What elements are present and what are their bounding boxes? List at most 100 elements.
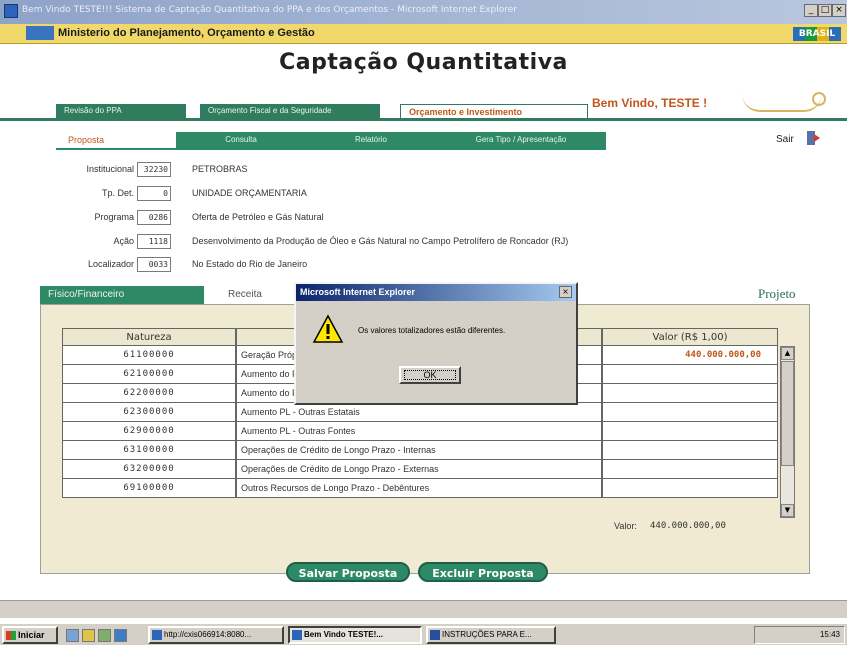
valor-input[interactable]	[602, 441, 778, 460]
decorative-swoosh	[742, 94, 822, 112]
programa-desc: Oferta de Petróleo e Gás Natural	[192, 212, 324, 222]
ie-icon	[292, 630, 302, 640]
ie-quicklaunch-icon[interactable]	[114, 629, 127, 642]
total-label: Valor:	[614, 521, 637, 531]
dialog-close-button[interactable]: ×	[559, 286, 572, 298]
tab-relatorio[interactable]: Relatório	[306, 132, 436, 148]
ministry-banner: Ministerio do Planejamento, Orçamento e …	[0, 24, 847, 44]
tab-orcamento-investimento[interactable]: Orçamento e Investimento	[400, 104, 588, 118]
table-scrollbar[interactable]: ▲ ▼	[780, 346, 795, 518]
ministry-name: Ministerio do Planejamento, Orçamento e …	[58, 27, 315, 39]
natureza-cell: 62900000	[62, 422, 236, 441]
descricao-cell: Aumento PL - Outras Estatais	[236, 403, 602, 422]
start-label: Iniciar	[18, 630, 45, 640]
scroll-down-arrow-icon[interactable]: ▼	[781, 504, 794, 517]
natureza-cell: 61100000	[62, 346, 236, 365]
descricao-cell: Operações de Crédito de Longo Prazo - Ex…	[236, 460, 602, 479]
valor-input[interactable]	[602, 479, 778, 498]
minimize-button[interactable]: _	[804, 4, 818, 17]
taskbar: Iniciar http://cxis066914:8080... Bem Vi…	[0, 622, 847, 645]
browser-status-bar	[0, 600, 847, 618]
start-button[interactable]: Iniciar	[2, 626, 58, 644]
descricao-cell: Aumento PL - Outras Fontes	[236, 422, 602, 441]
acao-code-field[interactable]: 1118	[137, 234, 171, 249]
projeto-label: Projeto	[758, 286, 796, 301]
ie-icon	[152, 630, 162, 640]
field-label: Tp. Det.	[101, 188, 134, 198]
institucional-code-field[interactable]: 32230	[137, 162, 171, 177]
windows-logo-icon	[6, 631, 16, 640]
table-row[interactable]: 63200000 Operações de Crédito de Longo P…	[62, 460, 796, 479]
table-row[interactable]: 62900000 Aumento PL - Outras Fontes	[62, 422, 796, 441]
app-header: Captação Quantitativa Bem Vindo, TESTE !…	[0, 44, 847, 150]
valor-input[interactable]	[602, 384, 778, 403]
folder-icon[interactable]	[82, 629, 95, 642]
programa-code-field[interactable]: 0286	[137, 210, 171, 225]
tab-fisico-financeiro[interactable]: Físico/Financeiro	[40, 286, 204, 304]
focus-ring	[404, 370, 456, 380]
localizador-code-field[interactable]: 0033	[137, 257, 171, 272]
natureza-cell: 69100000	[62, 479, 236, 498]
descricao-cell: Outros Recursos de Longo Prazo - Debêntu…	[236, 479, 602, 498]
valor-input[interactable]	[602, 365, 778, 384]
window-title: Bem Vindo TESTE!!! Sistema de Captação Q…	[22, 5, 517, 15]
clock[interactable]: 15:43	[820, 630, 840, 639]
natureza-cell: 63100000	[62, 441, 236, 460]
valor-input[interactable]	[602, 403, 778, 422]
tab-proposta[interactable]: Proposta	[56, 132, 176, 148]
dialog-title: Microsoft Internet Explorer	[296, 284, 576, 301]
word-icon	[430, 630, 440, 640]
alert-dialog: Microsoft Internet Explorer × Os valores…	[294, 282, 578, 405]
tp-det-code-field[interactable]: 0	[137, 186, 171, 201]
tab-gera-tipo[interactable]: Gera Tipo / Apresentação	[436, 132, 606, 148]
field-label: Localizador	[87, 259, 134, 269]
ministry-logo	[26, 26, 54, 40]
valor-input[interactable]	[602, 460, 778, 479]
dialog-ok-button[interactable]: OK	[399, 366, 461, 384]
taskbar-button-label: http://cxis066914:8080...	[164, 630, 252, 639]
decorative-swirl	[812, 92, 826, 106]
sub-tabs-underline	[56, 148, 606, 150]
tab-orcamento-fiscal[interactable]: Orçamento Fiscal e da Seguridade	[200, 104, 380, 118]
field-label: Institucional	[86, 164, 134, 174]
natureza-cell: 62300000	[62, 403, 236, 422]
natureza-cell: 63200000	[62, 460, 236, 479]
table-row[interactable]: 69100000 Outros Recursos de Longo Prazo …	[62, 479, 796, 498]
field-label: Ação	[113, 236, 134, 246]
app-icon[interactable]	[98, 629, 111, 642]
desktop-icon[interactable]	[66, 629, 79, 642]
exit-label[interactable]: Sair	[776, 134, 794, 145]
tab-consulta[interactable]: Consulta	[176, 132, 306, 148]
tab-receita[interactable]: Receita	[228, 286, 288, 304]
taskbar-button-word[interactable]: INSTRUÇÕES PARA E...	[426, 626, 556, 644]
scroll-thumb[interactable]	[781, 361, 794, 466]
field-label: Programa	[94, 212, 134, 222]
close-window-button[interactable]: ×	[832, 4, 846, 17]
ie-icon	[4, 4, 18, 18]
institucional-desc: PETROBRAS	[192, 164, 248, 174]
app-title: Captação Quantitativa	[279, 50, 568, 75]
screen: Bem Vindo TESTE!!! Sistema de Captação Q…	[0, 0, 847, 645]
maximize-button[interactable]: □	[818, 4, 832, 17]
top-tabs-underline	[0, 118, 847, 121]
taskbar-button-browser[interactable]: http://cxis066914:8080...	[148, 626, 284, 644]
acao-desc: Desenvolvimento da Produção de Óleo e Gá…	[192, 236, 569, 246]
dialog-message: Os valores totalizadores estão diferente…	[358, 326, 506, 335]
taskbar-button-label: Bem Vindo TESTE!...	[304, 630, 383, 639]
valor-input[interactable]	[602, 422, 778, 441]
save-proposal-button[interactable]: Salvar Proposta	[286, 562, 410, 582]
total-value: 440.000.000,00	[650, 521, 726, 531]
table-row[interactable]: 62300000 Aumento PL - Outras Estatais	[62, 403, 796, 422]
tab-revisao-ppa[interactable]: Revisão do PPA	[56, 104, 186, 118]
exit-door-icon[interactable]	[805, 129, 823, 147]
welcome-text: Bem Vindo, TESTE !	[592, 96, 708, 110]
scroll-up-arrow-icon[interactable]: ▲	[781, 347, 794, 360]
taskbar-button-active[interactable]: Bem Vindo TESTE!...	[288, 626, 422, 644]
window-title-bar[interactable]: Bem Vindo TESTE!!! Sistema de Captação Q…	[0, 0, 847, 24]
delete-proposal-button[interactable]: Excluir Proposta	[418, 562, 548, 582]
descricao-cell: Operações de Crédito de Longo Prazo - In…	[236, 441, 602, 460]
valor-input[interactable]: 440.000.000,00	[602, 346, 778, 365]
taskbar-button-label: INSTRUÇÕES PARA E...	[442, 630, 532, 639]
table-row[interactable]: 63100000 Operações de Crédito de Longo P…	[62, 441, 796, 460]
header-valor: Valor (R$ 1,00)	[602, 328, 778, 346]
